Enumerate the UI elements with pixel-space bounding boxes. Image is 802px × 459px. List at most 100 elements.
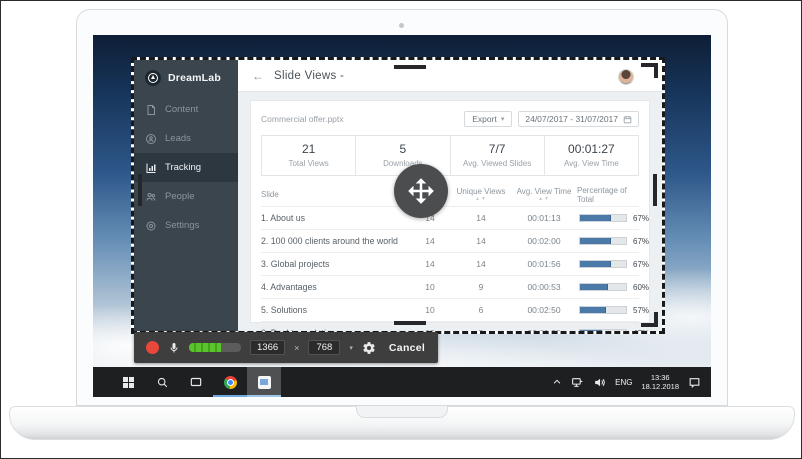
table-header-row: Slide Views Unique Views▲▼ Avg. View Tim… [261, 185, 639, 206]
views-value: 10 [409, 282, 451, 292]
table-body: 1. About us141400:01:1367%2. 100 000 cli… [261, 206, 639, 331]
task-view-button[interactable] [179, 367, 213, 397]
resize-handle-bottom-right[interactable] [641, 312, 658, 327]
export-button[interactable]: Export ▾ [464, 111, 512, 127]
sidebar-item-people[interactable]: People [134, 182, 238, 211]
brand-name: DreamLab [168, 72, 221, 84]
sidebar-item-settings[interactable]: Settings [134, 211, 238, 240]
gear-icon [145, 220, 157, 232]
gear-icon[interactable] [362, 341, 376, 355]
unique-views-value: 9 [451, 282, 511, 292]
avg-view-time-value: 00:02:50 [511, 305, 577, 315]
record-button[interactable] [146, 341, 159, 354]
sidebar-item-content[interactable]: Content [134, 95, 238, 124]
report-card: Commercial offer.pptx Export ▾ 24/07/201… [250, 100, 650, 323]
percentage-value: 47% [633, 329, 649, 332]
resolution-dropdown-caret[interactable]: ▾ [349, 344, 353, 352]
percentage-bar-fill [580, 284, 608, 290]
percentage-bar-fill [580, 215, 611, 221]
network-icon[interactable] [571, 376, 584, 389]
brand-logo[interactable]: DreamLab [134, 60, 238, 95]
percentage-bar [579, 306, 627, 314]
microphone-icon[interactable] [168, 342, 180, 354]
unique-views-value: 14 [451, 236, 511, 246]
percentage-bar [579, 260, 627, 268]
table-row[interactable]: 3. Global projects141400:01:5667% [261, 252, 639, 275]
laptop-lid-notch [356, 406, 448, 418]
content-body: Commercial offer.pptx Export ▾ 24/07/201… [238, 92, 662, 331]
avg-view-time-value: 00:02:00 [511, 236, 577, 246]
percentage-value: 67% [633, 237, 649, 246]
resize-handle-top-right[interactable] [641, 63, 658, 78]
stat-avg-view-time: 00:01:27 Avg. View Time [545, 136, 638, 175]
stat-value: 7/7 [451, 142, 544, 156]
avg-view-time-value: 00:00:53 [511, 282, 577, 292]
views-value: 10 [409, 305, 451, 315]
slide-name: 5. Solutions [261, 305, 409, 315]
chevron-up-icon[interactable] [552, 377, 562, 387]
slide-name: 2. 100 000 clients around the world [261, 236, 409, 246]
percentage-value: 67% [633, 214, 649, 223]
stat-avg-viewed-slides: 7/7 Avg. Viewed Slides [451, 136, 545, 175]
stat-label: Total Views [262, 159, 355, 168]
chrome-taskbar-button[interactable] [213, 367, 247, 397]
column-header-slide[interactable]: Slide [261, 191, 409, 200]
percentage-bar-fill [580, 330, 602, 331]
unique-views-value: 6 [451, 305, 511, 315]
move-cursor-icon [394, 164, 448, 218]
date-range-value: 24/07/2017 - 31/07/2017 [525, 114, 618, 124]
document-icon [145, 104, 157, 116]
file-name: Commercial offer.pptx [261, 114, 464, 124]
resolution-width-input[interactable]: 1366 [250, 340, 285, 355]
table-row[interactable]: 1. About us141400:01:1367% [261, 206, 639, 229]
slide-name: 3. Global projects [261, 259, 409, 269]
language-indicator[interactable]: ENG [615, 378, 632, 387]
user-avatar[interactable] [618, 69, 634, 85]
table-row[interactable]: 5. Solutions10600:02:5057% [261, 298, 639, 321]
tray-time: 13:36 [641, 373, 679, 382]
speaker-icon[interactable] [593, 376, 606, 389]
windows-start-button[interactable] [111, 367, 145, 397]
back-arrow-icon[interactable]: ← [252, 69, 264, 83]
unique-views-value: 14 [451, 259, 511, 269]
views-value: 10 [409, 328, 451, 331]
task-view-icon [189, 375, 203, 389]
table-row[interactable]: 6. Desktop solutions10500:01:2847% [261, 321, 639, 331]
resize-handle-right[interactable] [653, 174, 657, 206]
recorder-app-taskbar-button[interactable] [247, 367, 281, 397]
screenshot-frame: DreamLab Content Leads Tracking [0, 0, 802, 459]
stat-total-views: 21 Total Views [262, 136, 356, 175]
resize-handle-bottom[interactable] [394, 321, 426, 325]
sidebar-item-leads[interactable]: Leads [134, 124, 238, 153]
sidebar-item-label: Leads [165, 133, 191, 144]
search-icon [156, 376, 169, 389]
unique-views-value: 5 [451, 328, 511, 331]
date-range-picker[interactable]: 24/07/2017 - 31/07/2017 [518, 111, 639, 127]
webcam-dot [399, 23, 404, 28]
resize-handle-top[interactable] [394, 65, 426, 69]
slides-table: Slide Views Unique Views▲▼ Avg. View Tim… [261, 185, 639, 331]
percentage-cell: 47% [577, 329, 649, 332]
column-header-unique-views[interactable]: Unique Views▲▼ [451, 188, 511, 202]
sidebar-item-label: Content [165, 104, 198, 115]
table-row[interactable]: 2. 100 000 clients around the world14140… [261, 229, 639, 252]
percentage-cell: 60% [577, 283, 649, 292]
windows-start-icon [123, 377, 134, 388]
resize-handle-left[interactable] [138, 174, 142, 206]
table-row[interactable]: 4. Advantages10900:00:5360% [261, 275, 639, 298]
column-header-avg-view-time[interactable]: Avg. View Time▲▼ [511, 188, 577, 202]
laptop-bezel: DreamLab Content Leads Tracking [76, 9, 728, 406]
stat-label: Avg. Viewed Slides [451, 159, 544, 168]
taskbar-clock[interactable]: 13:36 18.12.2018 [641, 373, 679, 392]
cancel-button[interactable]: Cancel [389, 342, 425, 354]
percentage-bar [579, 214, 627, 222]
percentage-bar [579, 283, 627, 291]
resolution-height-input[interactable]: 768 [308, 340, 340, 355]
views-value: 14 [409, 236, 451, 246]
people-icon [145, 191, 157, 203]
taskbar-search-button[interactable] [145, 367, 179, 397]
percentage-bar-fill [580, 261, 611, 267]
notification-center-icon[interactable] [688, 376, 701, 389]
column-header-percentage[interactable]: Percentage of Total [577, 187, 639, 205]
sidebar-item-tracking[interactable]: Tracking [134, 153, 238, 182]
